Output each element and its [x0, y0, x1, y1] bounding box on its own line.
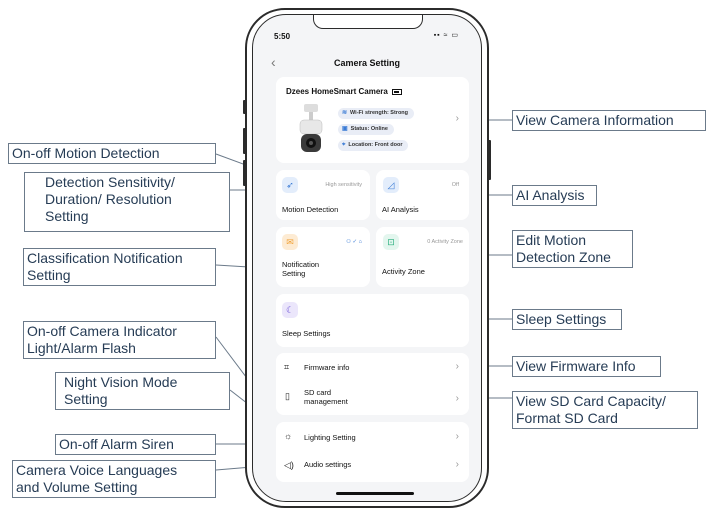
callout-sleep-settings: Sleep Settings — [512, 309, 622, 330]
status-icons: ▪▪ ≈ ▭ — [433, 32, 459, 39]
status-time: 5:50 — [274, 32, 291, 41]
wifi-strength-badge: ≋ Wi-Fi strength: Strong — [338, 108, 415, 119]
chevron-right-icon: › — [455, 113, 459, 124]
home-indicator — [336, 492, 414, 495]
callout-motion-onoff: On-off Motion Detection — [8, 143, 216, 164]
sd-card-icon: ▯ — [285, 391, 290, 401]
firmware-info-label: Firmware info — [304, 363, 350, 372]
running-person-icon: ➶ — [282, 177, 298, 193]
device-settings-card: ☼ Lighting Setting › ◁) Audio settings › — [276, 422, 469, 482]
callout-siren: On-off Alarm Siren — [55, 434, 216, 455]
wifi-icon: ≋ — [342, 110, 348, 116]
notification-setting-label: Notification Setting — [282, 260, 320, 278]
moon-icon: ☾ — [282, 302, 298, 318]
notch — [313, 15, 423, 29]
callout-indicator: On-off Camera Indicator Light/Alarm Flas… — [23, 321, 216, 359]
ai-analysis-tile[interactable]: ◿ Off AI Analysis — [376, 170, 469, 220]
light-bulb-icon: ☼ — [284, 431, 293, 441]
sleep-settings-label: Sleep Settings — [282, 329, 331, 338]
callout-detection-setting: Detection Sensitivity/ Duration/ Resolut… — [24, 172, 230, 232]
zone-target-icon: ⊡ — [383, 234, 399, 250]
speaker-icon: ◁) — [284, 460, 294, 470]
lighting-setting-row[interactable]: ☼ Lighting Setting › — [276, 422, 469, 452]
battery-icon — [391, 88, 402, 95]
status-icon: ▣ — [342, 126, 348, 132]
mail-icon: ✉ — [282, 234, 298, 250]
motion-detection-tile[interactable]: ➶ High sensitivity Motion Detection — [276, 170, 370, 220]
camera-name-text: Dzees HomeSmart Camera — [286, 87, 388, 96]
location-pin-icon: ⌖ — [342, 142, 346, 148]
phone-screen: 5:50 ▪▪ ≈ ▭ ‹ Camera Setting Dzees HomeS… — [252, 14, 482, 502]
wifi-strength-text: Wi-Fi strength: Strong — [350, 110, 409, 116]
callout-sd-capacity: View SD Card Capacity/ Format SD Card — [512, 391, 698, 429]
activity-zone-label: Activity Zone — [382, 267, 425, 276]
chevron-right-icon: › — [455, 393, 459, 404]
ai-analysis-label: AI Analysis — [382, 205, 419, 214]
audio-settings-label: Audio settings — [304, 460, 352, 469]
callout-view-camera-info: View Camera Information — [512, 110, 706, 131]
location-badge: ⌖ Location: Front door — [338, 140, 409, 151]
callout-ai-analysis: AI Analysis — [512, 185, 597, 206]
audio-settings-row[interactable]: ◁) Audio settings › — [276, 452, 469, 482]
chevron-right-icon: › — [455, 361, 459, 372]
chevron-right-icon: › — [455, 459, 459, 470]
motion-sensitivity-value: High sensitivity — [325, 182, 362, 188]
callout-edit-motion-zone: Edit Motion Detection Zone — [512, 230, 633, 268]
sd-card-label: SD card management — [304, 388, 348, 406]
location-text: Location: Front door — [348, 142, 403, 148]
callout-night-vision: Night Vision Mode Setting — [55, 372, 230, 410]
callout-view-firmware: View Firmware Info — [512, 356, 661, 377]
camera-info-card[interactable]: Dzees HomeSmart Camera ≋ Wi-Fi strength: … — [276, 77, 469, 163]
sleep-settings-tile[interactable]: ☾ Sleep Settings — [276, 294, 469, 347]
callout-voice: Camera Voice Languages and Volume Settin… — [12, 460, 216, 498]
page-title: Camera Setting — [333, 58, 401, 68]
ai-analysis-value: Off — [451, 182, 459, 188]
chart-icon: ◿ — [383, 177, 399, 193]
storage-group-card: ⌗ Firmware info › ▯ SD card management › — [276, 353, 469, 415]
chevron-right-icon: › — [455, 431, 459, 442]
firmware-info-row[interactable]: ⌗ Firmware info › — [276, 353, 469, 381]
camera-image — [299, 104, 323, 152]
activity-zone-value: 0 Activity Zone — [427, 239, 463, 245]
activity-zone-tile[interactable]: ⊡ 0 Activity Zone Activity Zone — [376, 227, 469, 287]
notification-type-icons: ⚇ ✓ ⌂ — [346, 239, 362, 245]
status-text: Status: Online — [350, 126, 388, 132]
notification-setting-tile[interactable]: ✉ ⚇ ✓ ⌂ Notification Setting — [276, 227, 370, 287]
camera-name: Dzees HomeSmart Camera — [286, 87, 402, 96]
lighting-setting-label: Lighting Setting — [304, 433, 356, 442]
motion-detection-label: Motion Detection — [282, 205, 339, 214]
status-badge: ▣ Status: Online — [338, 124, 394, 135]
callout-classification: Classification Notification Setting — [23, 248, 216, 286]
sd-card-row[interactable]: ▯ SD card management › — [276, 381, 469, 415]
chip-icon: ⌗ — [284, 362, 290, 372]
